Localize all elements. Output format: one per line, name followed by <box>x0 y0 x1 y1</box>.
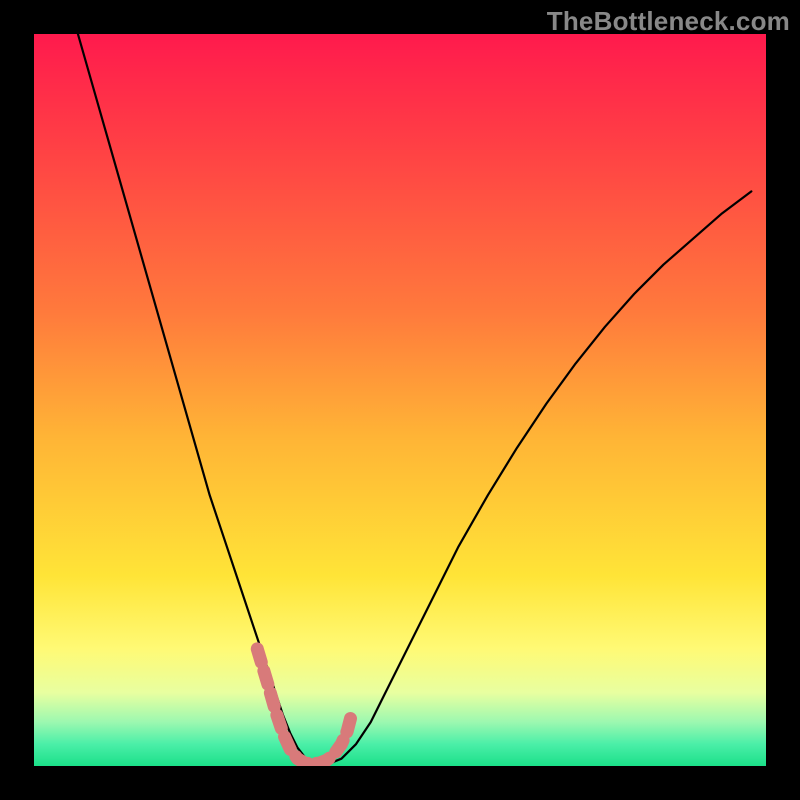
bottleneck-curve <box>78 34 751 765</box>
attribution-label: TheBottleneck.com <box>547 6 790 37</box>
plot-area <box>34 34 766 766</box>
optimal-range-marker <box>257 649 352 764</box>
curve-overlay <box>34 34 766 766</box>
chart-frame: TheBottleneck.com <box>0 0 800 800</box>
